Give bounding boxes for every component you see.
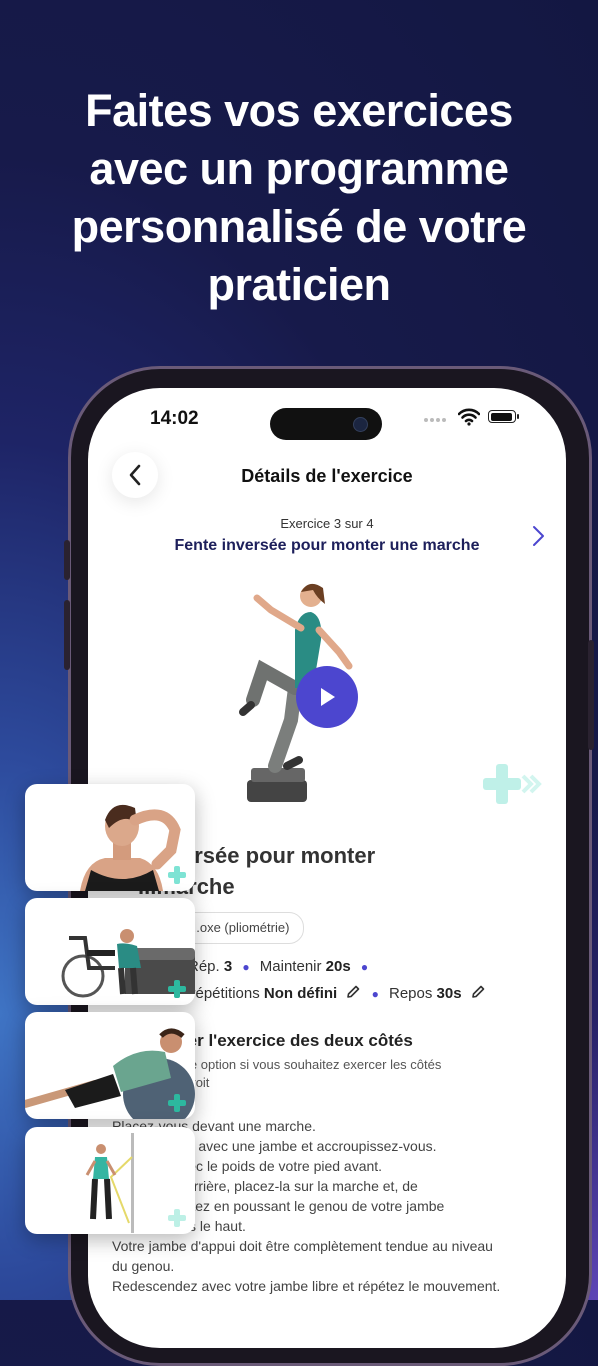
plus-logo-icon xyxy=(168,866,186,884)
battery-icon xyxy=(488,410,519,423)
exercise-thumbnail-card[interactable] xyxy=(25,784,195,891)
reps-value: 3 xyxy=(223,958,233,975)
phone-side-button xyxy=(588,640,594,750)
phone-side-button xyxy=(64,540,70,580)
exercise-counter: Exercice 3 sur 4 xyxy=(280,516,374,531)
headline-line: praticien xyxy=(207,259,391,310)
exercise-name: Fente inversée pour monter une marche xyxy=(174,537,480,554)
phone-side-button xyxy=(64,600,70,670)
rest-value[interactable]: 30s xyxy=(437,985,462,1002)
exercise-title: ...nversée pour monter ...marche xyxy=(138,840,518,902)
status-time: 14:02 xyxy=(150,408,199,429)
plus-logo-icon xyxy=(483,764,542,804)
wifi-icon xyxy=(458,408,480,426)
exercise-thumbnail-card[interactable] xyxy=(25,898,195,1005)
sets-value[interactable]: Non défini xyxy=(264,985,337,1002)
pencil-icon[interactable] xyxy=(345,984,361,1000)
description-line: ...e et droit xyxy=(148,1075,210,1090)
hold-label: Maintenir xyxy=(259,958,322,975)
instruction-line: du genou. xyxy=(112,1258,175,1274)
both-sides-description: ...z cette option si vous souhaitez exer… xyxy=(148,1056,498,1092)
instruction-line: Votre jambe d'appui doit être complèteme… xyxy=(112,1238,493,1254)
exercise-params-row: Rép. 3 ● Maintenir 20s ● xyxy=(188,958,374,975)
exercise-thumbnail-card[interactable] xyxy=(25,1012,195,1119)
hold-value: 20s xyxy=(325,958,351,975)
dynamic-island xyxy=(270,408,382,440)
plus-logo-icon xyxy=(168,1209,186,1227)
separator-dot: ● xyxy=(242,960,250,974)
rest-label: Repos xyxy=(388,985,433,1002)
next-exercise-button[interactable] xyxy=(528,524,550,548)
headline-line: avec un programme xyxy=(89,143,509,194)
play-button[interactable] xyxy=(296,666,358,728)
separator-dot: ● xyxy=(371,987,379,1001)
cellular-signal-icon xyxy=(424,418,450,424)
camera-icon xyxy=(353,417,368,432)
play-icon xyxy=(321,688,335,706)
promo-headline: Faites vos exercices avec un programme p… xyxy=(0,82,598,314)
plus-logo-icon xyxy=(168,980,186,998)
exercise-title-line: ...nversée pour monter xyxy=(138,843,376,868)
instruction-line: Redescendez avec votre jambe libre et ré… xyxy=(112,1278,501,1294)
headline-line: personnalisé de votre xyxy=(71,201,527,252)
separator-dot: ● xyxy=(360,960,369,974)
exercise-params-row: ...répétitions Non défini ● Repos 30s xyxy=(178,984,486,1002)
exercise-thumbnail-card[interactable] xyxy=(25,1127,195,1234)
plus-logo-icon xyxy=(168,1094,186,1112)
pencil-icon[interactable] xyxy=(470,984,486,1000)
page-title: Détails de l'exercice xyxy=(241,466,413,486)
description-line: ...z cette option si vous souhaitez exer… xyxy=(148,1057,442,1072)
exercise-title-line: ...marche xyxy=(138,871,518,902)
headline-line: Faites vos exercices xyxy=(85,85,513,136)
